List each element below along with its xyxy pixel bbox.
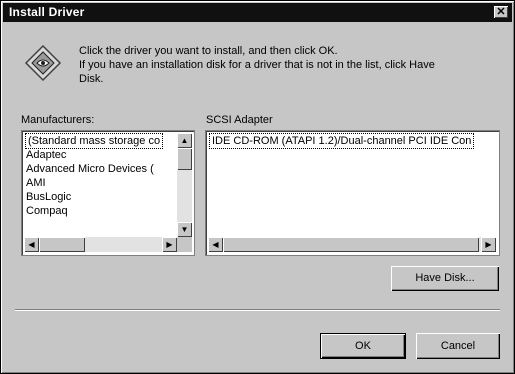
scroll-left-icon: ◀ [212,240,219,249]
have-disk-label: Have Disk... [415,272,475,284]
scroll-left-button[interactable]: ◀ [208,237,223,252]
list-item[interactable]: IDE CD-ROM (ATAPI 1.2)/Dual-channel PCI … [208,133,475,149]
title-bar[interactable]: Install Driver ✕ [3,3,512,22]
scroll-thumb[interactable] [223,237,479,252]
manufacturers-list[interactable]: (Standard mass storage co Adaptec Advanc… [21,130,195,256]
list-item[interactable]: Advanced Micro Devices ( [26,162,154,176]
scroll-thumb[interactable] [177,148,192,170]
scsi-adapter-list[interactable]: IDE CD-ROM (ATAPI 1.2)/Dual-channel PCI … [205,130,500,256]
window-title: Install Driver [9,5,85,19]
list-item[interactable]: Compaq [26,204,68,218]
close-icon: ✕ [496,6,506,18]
list-item[interactable]: AMI [26,176,46,190]
ok-label: OK [355,340,371,352]
separator-highlight [15,310,500,311]
scrollbar-corner [177,237,192,252]
manufacturers-label: Manufacturers: [21,114,95,126]
ok-button[interactable]: OK [320,333,406,359]
scroll-right-button[interactable]: ▶ [162,237,177,252]
instruction-line-3: Disk. [79,73,104,85]
scroll-down-icon: ▼ [180,225,189,234]
scroll-right-icon: ▶ [485,240,492,249]
install-driver-icon [23,43,63,83]
scroll-left-icon: ◀ [28,240,35,249]
scroll-right-button[interactable]: ▶ [481,237,496,252]
horizontal-scrollbar[interactable]: ◀ ▶ [208,237,496,252]
horizontal-scrollbar[interactable]: ◀ ▶ [24,237,177,252]
instruction-line-1: Click the driver you want to install, an… [79,45,338,57]
cancel-button[interactable]: Cancel [416,333,500,359]
list-item[interactable]: (Standard mass storage co [24,133,164,149]
have-disk-button[interactable]: Have Disk... [391,266,499,291]
scroll-down-button[interactable]: ▼ [177,222,192,237]
list-item[interactable]: BusLogic [26,190,71,204]
install-driver-dialog: Install Driver ✕ Click the driver you wa… [0,0,515,374]
scsi-adapter-label: SCSI Adapter [206,114,273,126]
scroll-left-button[interactable]: ◀ [24,237,39,252]
scroll-right-icon: ▶ [166,240,173,249]
scroll-up-button[interactable]: ▲ [177,133,192,148]
cancel-label: Cancel [440,340,476,352]
instruction-line-2: If you have an installation disk for a d… [79,59,435,71]
scroll-up-icon: ▲ [180,136,189,145]
scroll-thumb[interactable] [39,237,85,252]
list-item[interactable]: Adaptec [26,148,66,162]
close-button[interactable]: ✕ [494,6,508,18]
vertical-scrollbar[interactable]: ▲ ▼ [177,133,192,237]
